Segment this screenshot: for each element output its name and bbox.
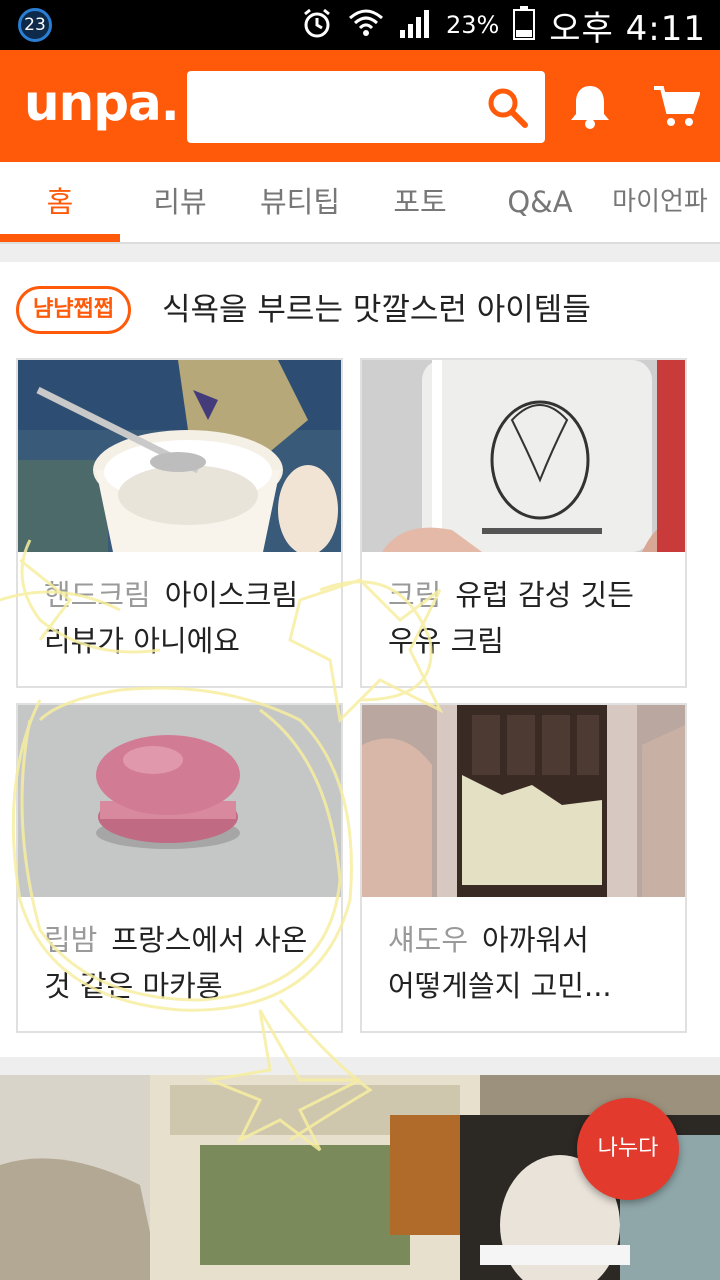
card-caption: 크림 유럽 감성 깃든 우유 크림: [388, 572, 673, 664]
wifi-icon: [348, 8, 384, 42]
item-card[interactable]: 립밤 프랑스에서 사온 것 같은 마카롱: [16, 703, 343, 1033]
card-caption: 핸드크림 아이스크림 리뷰가 아니에요: [44, 572, 329, 664]
share-fab-button[interactable]: 나누다: [577, 1098, 679, 1200]
bell-icon[interactable]: [568, 82, 612, 134]
card-title-line1: 아이스크림: [164, 578, 299, 612]
card-category: 립밤: [44, 923, 98, 957]
card-title-line2: 것 같은 마카롱: [44, 969, 223, 1003]
tab-photo[interactable]: 포토: [360, 162, 480, 244]
tab-bar: 홈 리뷰 뷰티팁 포토 Q&A 마이언파: [0, 162, 720, 244]
alarm-icon: [300, 6, 334, 44]
card-title-line1: 프랑스에서 사온: [111, 923, 308, 957]
signal-icon: [398, 8, 432, 42]
section-title: 식욕을 부르는 맛깔스런 아이템들: [162, 292, 591, 328]
cart-icon[interactable]: [652, 82, 701, 134]
card-title-line1: 유럽 감성 깃든: [455, 578, 634, 612]
card-title-line2: 어떻게쓸지 고민...: [388, 969, 612, 1003]
status-bar: 23 23% 오후 4:11: [0, 0, 720, 50]
macaron-lipbalm-image: [18, 705, 341, 897]
tab-my-unpa[interactable]: 마이언파: [600, 162, 720, 244]
milk-cream-image: [362, 360, 685, 552]
card-title-line2: 리뷰가 아니에요: [44, 624, 240, 658]
active-tab-indicator: [0, 234, 120, 242]
section-badge: 냠냠쩝쩝: [16, 286, 131, 334]
card-title-line1: 아까워서: [482, 923, 589, 957]
ice-cream-image: [18, 360, 341, 552]
card-caption: 섀도우 아까워서 어떻게쓸지 고민...: [388, 917, 673, 1009]
clock: 오후 4:11: [549, 8, 706, 49]
item-card[interactable]: 섀도우 아까워서 어떻게쓸지 고민...: [360, 703, 687, 1033]
tab-review[interactable]: 리뷰: [120, 162, 240, 244]
card-title-line2: 우유 크림: [388, 624, 504, 658]
tab-beauty-tip[interactable]: 뷰티팁: [240, 162, 360, 244]
battery-icon: [513, 6, 536, 44]
search-icon[interactable]: [485, 85, 529, 133]
tab-qna[interactable]: Q&A: [480, 162, 600, 244]
tab-home[interactable]: 홈: [0, 162, 120, 244]
item-card[interactable]: 크림 유럽 감성 깃든 우유 크림: [360, 358, 687, 688]
notification-badge: 23: [18, 8, 52, 42]
item-card[interactable]: 핸드크림 아이스크림 리뷰가 아니에요: [16, 358, 343, 688]
card-category: 크림: [388, 578, 442, 612]
card-category: 섀도우: [388, 923, 469, 957]
unpa-logo[interactable]: unpa.: [24, 74, 180, 132]
card-caption: 립밤 프랑스에서 사온 것 같은 마카롱: [44, 917, 329, 1009]
card-category: 핸드크림: [44, 578, 151, 612]
chocolate-shadow-image: [362, 705, 685, 897]
search-input[interactable]: [187, 71, 545, 143]
battery-percent: 23%: [445, 11, 500, 39]
app-header: unpa.: [0, 50, 720, 162]
